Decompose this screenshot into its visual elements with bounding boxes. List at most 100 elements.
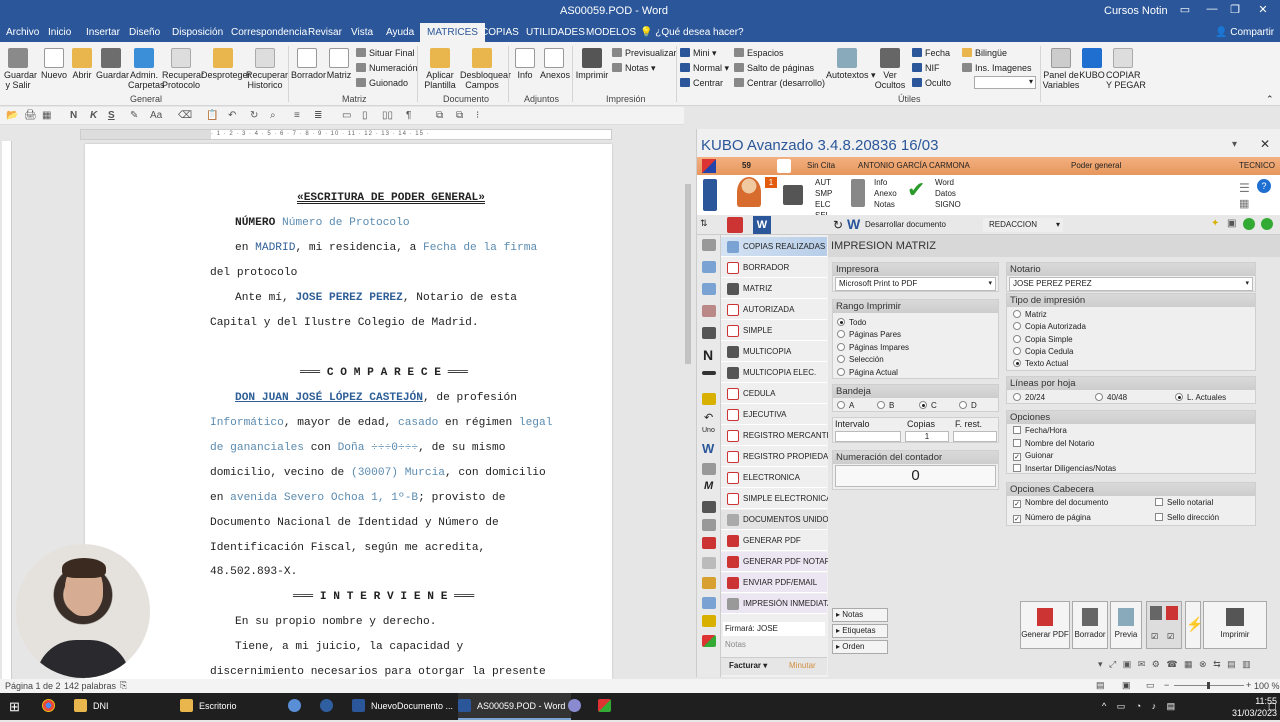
guionado-button[interactable]: Guionado: [356, 78, 408, 88]
taskbar-app2[interactable]: [320, 693, 339, 720]
side-tool-icon[interactable]: [702, 635, 716, 647]
zoom-level[interactable]: 100 %: [1254, 681, 1280, 691]
centrar-desarrollo-button[interactable]: Centrar (desarrollo): [734, 78, 825, 88]
mini-button[interactable]: Mini ▾: [680, 48, 717, 59]
system-tray[interactable]: ^ ▭ ◔ ♪ ▤: [1102, 693, 1179, 720]
duplicate-icon[interactable]: ⧉: [456, 110, 463, 121]
align-left-icon[interactable]: ≡: [294, 110, 300, 121]
bottom-tools[interactable]: ▾ ⤢ ▣ ✉ ⚙ ☎ ▦ ⊗ ⇆ ▤ ▥: [1098, 659, 1278, 673]
print-layout-icon[interactable]: ▣: [1122, 680, 1131, 691]
tab-insertar[interactable]: Insertar: [86, 27, 120, 38]
side-tool-icon[interactable]: [702, 597, 716, 609]
side-n-icon[interactable]: N: [703, 347, 713, 363]
tab-modelos[interactable]: MODELOS: [586, 27, 636, 38]
impresora-select[interactable]: Microsoft Print to PDF ▾: [835, 277, 996, 291]
share-button[interactable]: 👤 Compartir: [1215, 27, 1274, 38]
save-tool-icon[interactable]: ▣: [1227, 218, 1236, 229]
list-item[interactable]: REGISTRO PROPIEDAD: [721, 447, 834, 467]
radio-bandeja-c[interactable]: C: [919, 401, 937, 411]
borrador-print-button[interactable]: Borrador: [1072, 601, 1108, 649]
ribbon-display-icon[interactable]: ▭: [1178, 3, 1192, 17]
go-icon[interactable]: [1261, 218, 1273, 230]
espacios-button[interactable]: Espacios: [734, 48, 784, 58]
radio-tipo-matriz[interactable]: Matriz: [1013, 310, 1047, 320]
list-item[interactable]: MATRIZ: [721, 279, 827, 299]
desbloquear-campos-button[interactable]: Desbloquear Campos: [460, 48, 511, 90]
centrar-button[interactable]: Centrar: [680, 78, 723, 88]
zoom-out-icon[interactable]: −: [1164, 680, 1169, 690]
italic-icon[interactable]: K: [90, 110, 97, 121]
check-num-pagina[interactable]: ✓ Número de página: [1013, 513, 1091, 523]
vertical-ruler[interactable]: [2, 141, 12, 679]
side-tool-icon[interactable]: [702, 463, 716, 475]
borrador-button[interactable]: Borrador: [291, 48, 326, 80]
style-dropdown[interactable]: ▾: [974, 76, 1036, 89]
abrir-button[interactable]: Abrir: [70, 48, 94, 80]
collapse-ribbon-icon[interactable]: ⌃: [1266, 94, 1274, 105]
regimen-field-cont[interactable]: de gananciales: [210, 442, 304, 454]
list-item[interactable]: ENVIAR PDF/EMAIL: [721, 573, 827, 593]
check-guionar[interactable]: ✓ Guionar: [1013, 451, 1053, 461]
side-tool-icon[interactable]: [702, 305, 716, 317]
check-sello-direccion[interactable]: Sello dirección: [1155, 513, 1219, 523]
kubo-button[interactable]: KUBO: [1078, 48, 1106, 80]
matriz-button[interactable]: Matriz: [325, 48, 353, 80]
tab-utilidades[interactable]: UTILIDADES: [526, 27, 585, 38]
copias-input[interactable]: 1: [905, 431, 949, 442]
clear-format-icon[interactable]: ⌫: [178, 110, 192, 121]
list-item[interactable]: GENERAR PDF NOTARIAL: [721, 552, 842, 572]
firmara-field[interactable]: Firmará: JOSE: [723, 622, 825, 636]
situar-final-button[interactable]: Situar Final: [356, 48, 415, 58]
side-tool-icon[interactable]: [702, 537, 716, 549]
ins-imagenes-button[interactable]: Ins. Imagenes: [962, 63, 1032, 73]
side-tool-icon[interactable]: [702, 519, 716, 531]
word-datos-signo-label[interactable]: Word Datos SIGNO: [935, 177, 961, 210]
info-button[interactable]: Info: [512, 48, 538, 80]
recuperar-historico-button[interactable]: Recuperar Historico: [246, 48, 288, 90]
list-item[interactable]: AUTORIZADA: [721, 300, 827, 320]
underline-icon[interactable]: S: [108, 110, 115, 121]
lightning-button[interactable]: ⚡: [1185, 601, 1203, 649]
read-mode-icon[interactable]: ▤: [1096, 680, 1105, 691]
copiar-pegar-button[interactable]: COPIAR Y PEGAR: [1106, 48, 1146, 90]
radio-tipo-autorizada[interactable]: Copia Autorizada: [1013, 322, 1086, 332]
previa-button[interactable]: Previa: [1110, 601, 1142, 649]
guardar-button[interactable]: Guardar: [96, 48, 129, 80]
word-count[interactable]: 142 palabras: [64, 681, 116, 691]
side-tool-icon[interactable]: [702, 577, 716, 589]
web-layout-icon[interactable]: ▭: [1146, 680, 1155, 691]
side-tool-icon[interactable]: [702, 501, 716, 513]
side-word-icon[interactable]: W: [702, 441, 714, 456]
sort-icon[interactable]: ⇅: [700, 218, 708, 229]
recuperar-protocolo-button[interactable]: Recuperar Protocolo: [162, 48, 204, 90]
font-case-icon[interactable]: Aa: [150, 110, 162, 121]
redo-icon[interactable]: ↻: [250, 110, 258, 121]
orden-button[interactable]: ▸ Orden: [832, 640, 888, 654]
previsualizar-button[interactable]: Previsualizar: [612, 48, 677, 58]
pdf-tool-icon[interactable]: [727, 217, 743, 233]
bold-icon[interactable]: N: [70, 110, 77, 121]
two-pages-icon[interactable]: ▯▯: [382, 110, 393, 121]
regimen-field[interactable]: legal: [519, 417, 553, 429]
checkmark-icon[interactable]: ✔: [907, 179, 929, 201]
radio-bandeja-b[interactable]: B: [877, 401, 894, 411]
more-icon[interactable]: ⁝: [476, 110, 479, 121]
normal-button[interactable]: Normal ▾: [680, 63, 729, 74]
kubo-close-icon[interactable]: ✕: [1260, 137, 1270, 151]
notifications-icon[interactable]: ▢: [1268, 693, 1277, 720]
taskbar-dni[interactable]: DNI: [74, 693, 109, 720]
admin-carpetas-button[interactable]: Admin. Carpetas: [128, 48, 165, 90]
radio-seleccion[interactable]: Selección: [837, 355, 884, 365]
horizontal-ruler[interactable]: · 1 · 2 · 3 · 4 · 5 · 6 · 7 · 8 · 9 · 10…: [80, 129, 612, 140]
zoom-slider[interactable]: [1174, 682, 1244, 689]
imprimir-final-button[interactable]: Imprimir: [1203, 601, 1267, 649]
quick-print-options[interactable]: ☑ ☑: [1146, 601, 1182, 649]
fecha-button[interactable]: Fecha: [912, 48, 950, 58]
undo-icon[interactable]: ↶: [228, 110, 236, 121]
word-icon[interactable]: W: [753, 216, 771, 234]
calendar-small-icon[interactable]: [777, 159, 791, 173]
desarrollar-documento-button[interactable]: Desarrollar documento: [865, 220, 946, 229]
side-uno-icon[interactable]: Uno: [702, 427, 715, 434]
minutar-tab[interactable]: Minutar: [789, 661, 816, 670]
table-icon[interactable]: ▦: [42, 110, 51, 121]
